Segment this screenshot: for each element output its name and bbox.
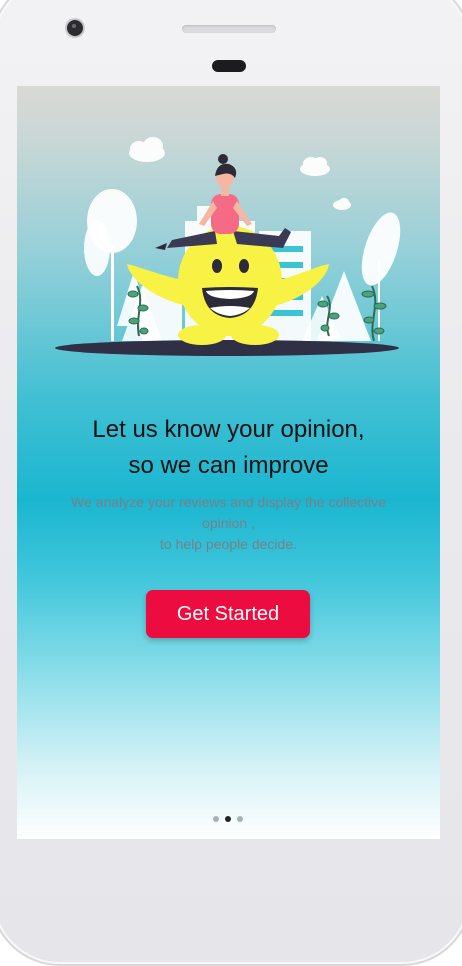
description-line-1: We analyze your reviews and display the … xyxy=(71,494,386,531)
ground-shadow xyxy=(55,340,399,356)
tree-icon xyxy=(84,189,162,341)
page-dot-3[interactable] xyxy=(237,816,243,822)
page-indicator xyxy=(213,815,243,823)
headline-line-1: Let us know your opinion, xyxy=(92,416,365,443)
onboarding-screen: Let us know your opinion, so we can impr… xyxy=(17,86,440,839)
page-dot-2[interactable] xyxy=(225,816,231,822)
description-line-2: to help people decide. xyxy=(160,536,297,552)
cloud-icon xyxy=(129,137,351,210)
headline-line-2: so we can improve xyxy=(128,452,329,479)
proximity-sensor xyxy=(212,60,246,72)
get-started-button[interactable]: Get Started xyxy=(146,590,310,638)
front-camera-icon xyxy=(67,20,83,36)
onboarding-illustration xyxy=(55,137,401,356)
earpiece-speaker xyxy=(182,25,276,33)
phone-frame: Let us know your opinion, so we can impr… xyxy=(0,0,462,966)
page-dot-1[interactable] xyxy=(213,816,219,822)
